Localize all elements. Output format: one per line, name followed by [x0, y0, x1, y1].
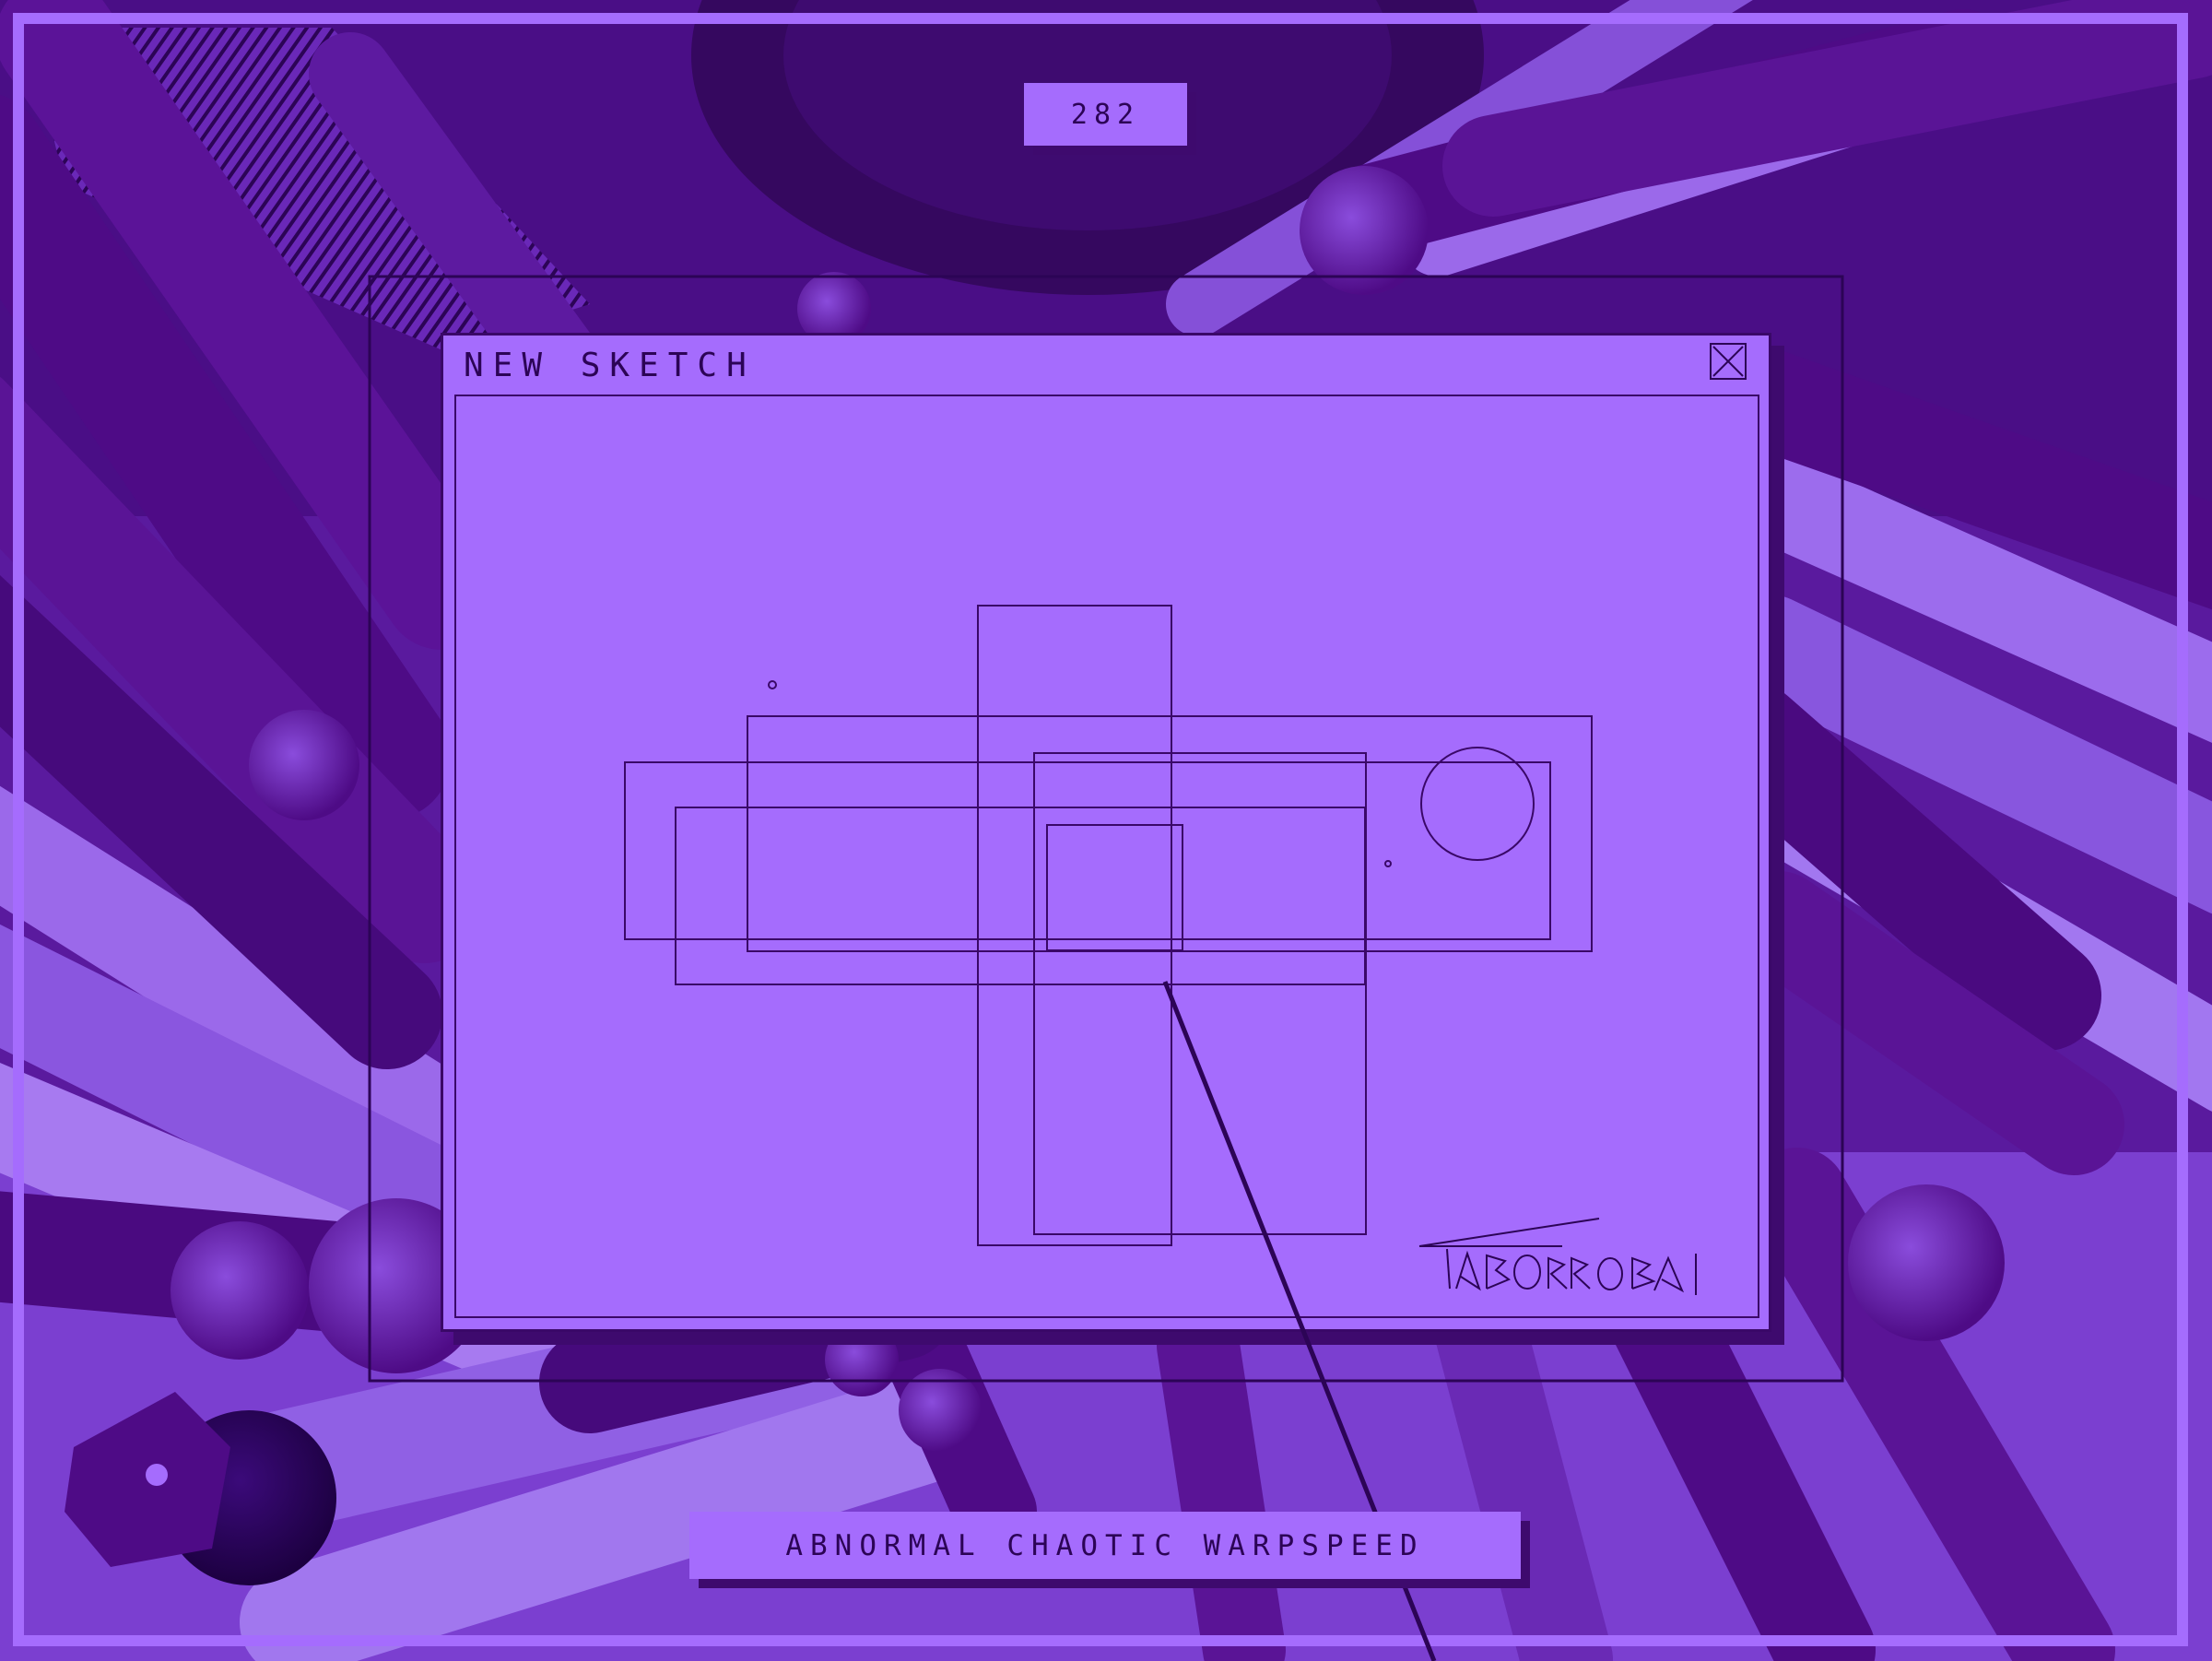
sketch-rect-long — [624, 761, 1551, 940]
sketch-rect-left — [675, 807, 1366, 985]
sketch-canvas[interactable] — [454, 395, 1759, 1318]
sketch-dot — [768, 680, 777, 689]
close-icon — [1712, 346, 1744, 377]
sketch-drawing — [624, 605, 1697, 1295]
sketch-rect-vertical — [977, 605, 1172, 1246]
sketch-rect-small — [1046, 824, 1183, 951]
sketch-rect-wide — [747, 715, 1593, 952]
close-button[interactable] — [1710, 343, 1747, 380]
sketch-circle-large — [1420, 747, 1535, 861]
sketch-dot — [1384, 860, 1392, 867]
sketch-window: NEW SKETCH — [441, 333, 1771, 1332]
counter-value: 282 — [1070, 98, 1141, 131]
signature-scrawl — [1418, 1218, 1697, 1295]
caption-text: ABNORMAL CHAOTIC WARPSPEED — [785, 1528, 1425, 1562]
counter-badge: 282 — [1024, 83, 1187, 146]
caption-banner: ABNORMAL CHAOTIC WARPSPEED — [689, 1512, 1521, 1579]
window-title: NEW SKETCH — [464, 347, 756, 384]
